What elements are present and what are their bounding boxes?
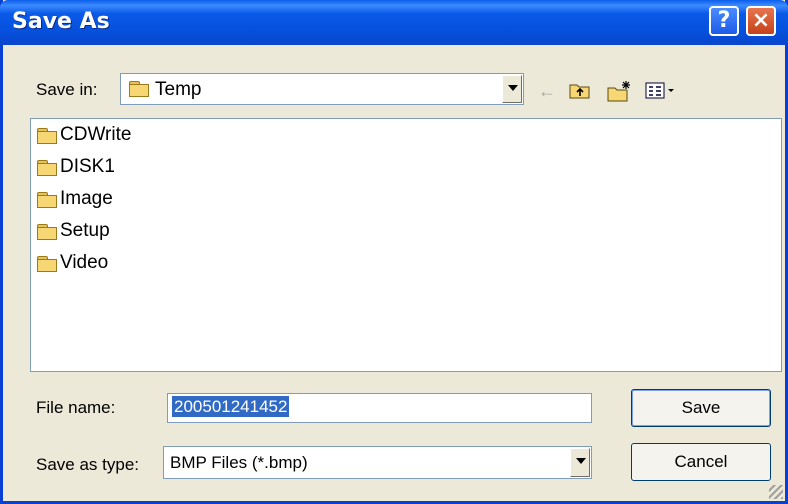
- list-item[interactable]: DISK1: [31, 151, 781, 183]
- folder-icon: [129, 81, 149, 97]
- resize-grip[interactable]: [769, 485, 783, 499]
- folder-name: Video: [60, 252, 109, 273]
- chevron-down-icon[interactable]: [570, 448, 590, 477]
- save-as-type-value: BMP Files (*.bmp): [170, 453, 308, 472]
- up-folder-icon[interactable]: [569, 80, 591, 102]
- save-in-value: Temp: [155, 79, 202, 100]
- help-button[interactable]: ?: [709, 6, 739, 36]
- list-item[interactable]: Video: [31, 247, 781, 279]
- list-item[interactable]: Image: [31, 183, 781, 215]
- back-arrow-icon[interactable]: ←: [536, 80, 558, 102]
- view-menu-icon[interactable]: [645, 80, 674, 102]
- save-in-dropdown[interactable]: Temp: [120, 73, 524, 105]
- folder-name: Image: [60, 188, 113, 209]
- folder-name: Setup: [60, 220, 110, 241]
- save-button[interactable]: Save: [631, 389, 771, 427]
- save-as-type-dropdown[interactable]: BMP Files (*.bmp): [163, 446, 592, 479]
- folder-icon: [37, 223, 57, 240]
- list-item[interactable]: Setup: [31, 215, 781, 247]
- folder-icon: [37, 127, 57, 144]
- file-name-label: File name:: [36, 398, 116, 417]
- file-list[interactable]: CDWrite DISK1 Image Setup Video: [30, 118, 782, 372]
- folder-icon: [37, 255, 57, 272]
- save-in-label: Save in:: [36, 80, 98, 99]
- folder-name: CDWrite: [60, 124, 132, 145]
- dialog-title: Save As: [12, 9, 110, 34]
- save-as-type-label: Save as type:: [36, 455, 140, 474]
- folder-icon: [37, 159, 57, 176]
- file-name-input[interactable]: 200501241452: [167, 393, 592, 423]
- folder-icon: [37, 191, 57, 208]
- close-button[interactable]: ×: [746, 6, 776, 36]
- list-item[interactable]: CDWrite: [31, 119, 781, 151]
- cancel-button[interactable]: Cancel: [631, 443, 771, 481]
- save-as-dialog: Save As ? × Save in: Temp ← CDWrite DISK…: [0, 0, 788, 504]
- file-name-value: 200501241452: [172, 396, 290, 417]
- new-folder-icon[interactable]: [607, 80, 630, 102]
- title-bar[interactable]: Save As ? ×: [0, 0, 788, 45]
- chevron-down-icon[interactable]: [502, 75, 522, 103]
- folder-name: DISK1: [60, 156, 115, 177]
